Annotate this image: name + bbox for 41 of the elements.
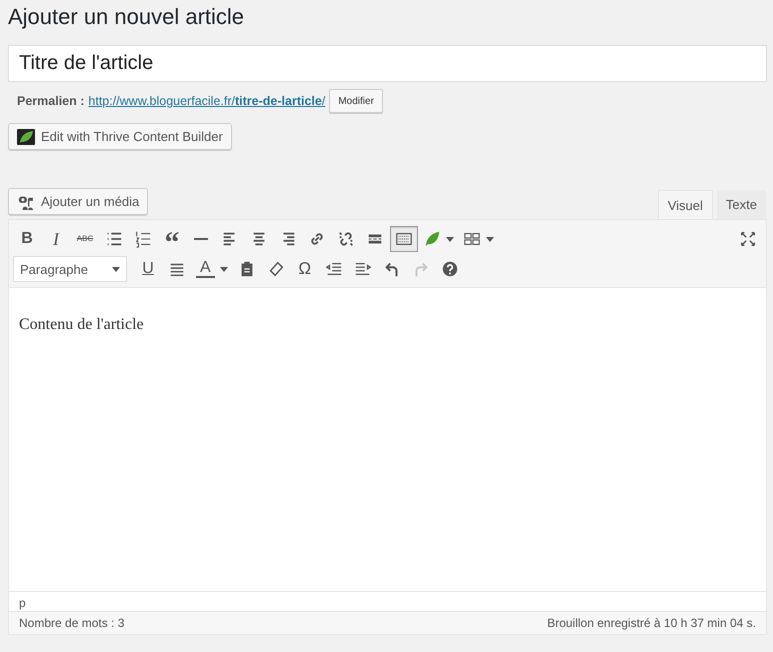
numbered-list-icon <box>134 230 152 248</box>
text-color-button[interactable]: A <box>192 256 232 282</box>
page-title: Ajouter un nouvel article <box>8 3 246 31</box>
leaf-icon <box>17 128 35 144</box>
edit-permalink-button[interactable]: Modifier <box>329 89 383 113</box>
editor-tab[interactable]: Texte <box>716 190 766 219</box>
add-media-button[interactable]: Ajouter un média <box>8 188 148 215</box>
caret-icon <box>220 266 228 272</box>
indent-icon <box>354 260 372 278</box>
blockquote-button[interactable]: “ <box>158 226 186 252</box>
title-field[interactable]: Titre de l'article <box>8 45 767 82</box>
permalink-link[interactable]: http://www.bloguerfacile.fr/titre-de-larticle/ <box>88 94 326 108</box>
content-text: Contenu de l'article <box>19 316 144 334</box>
bulleted-list-icon <box>105 230 123 248</box>
unlink-icon <box>337 230 355 248</box>
fullscreen-icon <box>739 230 757 248</box>
permalink-label: Permalien : <box>17 94 84 108</box>
outdent-icon <box>324 260 343 278</box>
element-path: p <box>19 596 26 610</box>
draft-saved-status: Brouillon enregistré à 10 h 37 min 04 s. <box>547 616 756 630</box>
caret-icon <box>112 266 120 272</box>
italic-button[interactable]: I <box>42 226 70 252</box>
toolbar-button[interactable] <box>390 226 418 252</box>
underline-button[interactable]: U <box>134 256 162 282</box>
builder-button[interactable]: Edit with Thrive Content Builder <box>8 123 232 150</box>
grid-icon <box>463 230 481 248</box>
caret-icon <box>486 236 494 242</box>
word-count: Nombre de mots : 3 <box>19 616 124 630</box>
help-icon <box>440 260 459 278</box>
special-character-button[interactable]: Ω <box>290 256 319 282</box>
content-area[interactable]: Contenu de l'article <box>9 288 766 591</box>
horizontal-line-icon <box>193 237 209 241</box>
leaf-icon <box>423 230 441 248</box>
media-icon <box>17 194 35 210</box>
eraser-icon <box>266 260 285 278</box>
format-select[interactable]: Paragraphe <box>13 256 127 282</box>
editor-tab[interactable]: Visuel <box>658 190 713 219</box>
caret-icon <box>446 236 454 242</box>
toolbar-toggle-icon <box>395 230 413 248</box>
strikethrough-button[interactable]: ABC <box>71 226 99 252</box>
bold-button[interactable]: B <box>13 226 41 252</box>
